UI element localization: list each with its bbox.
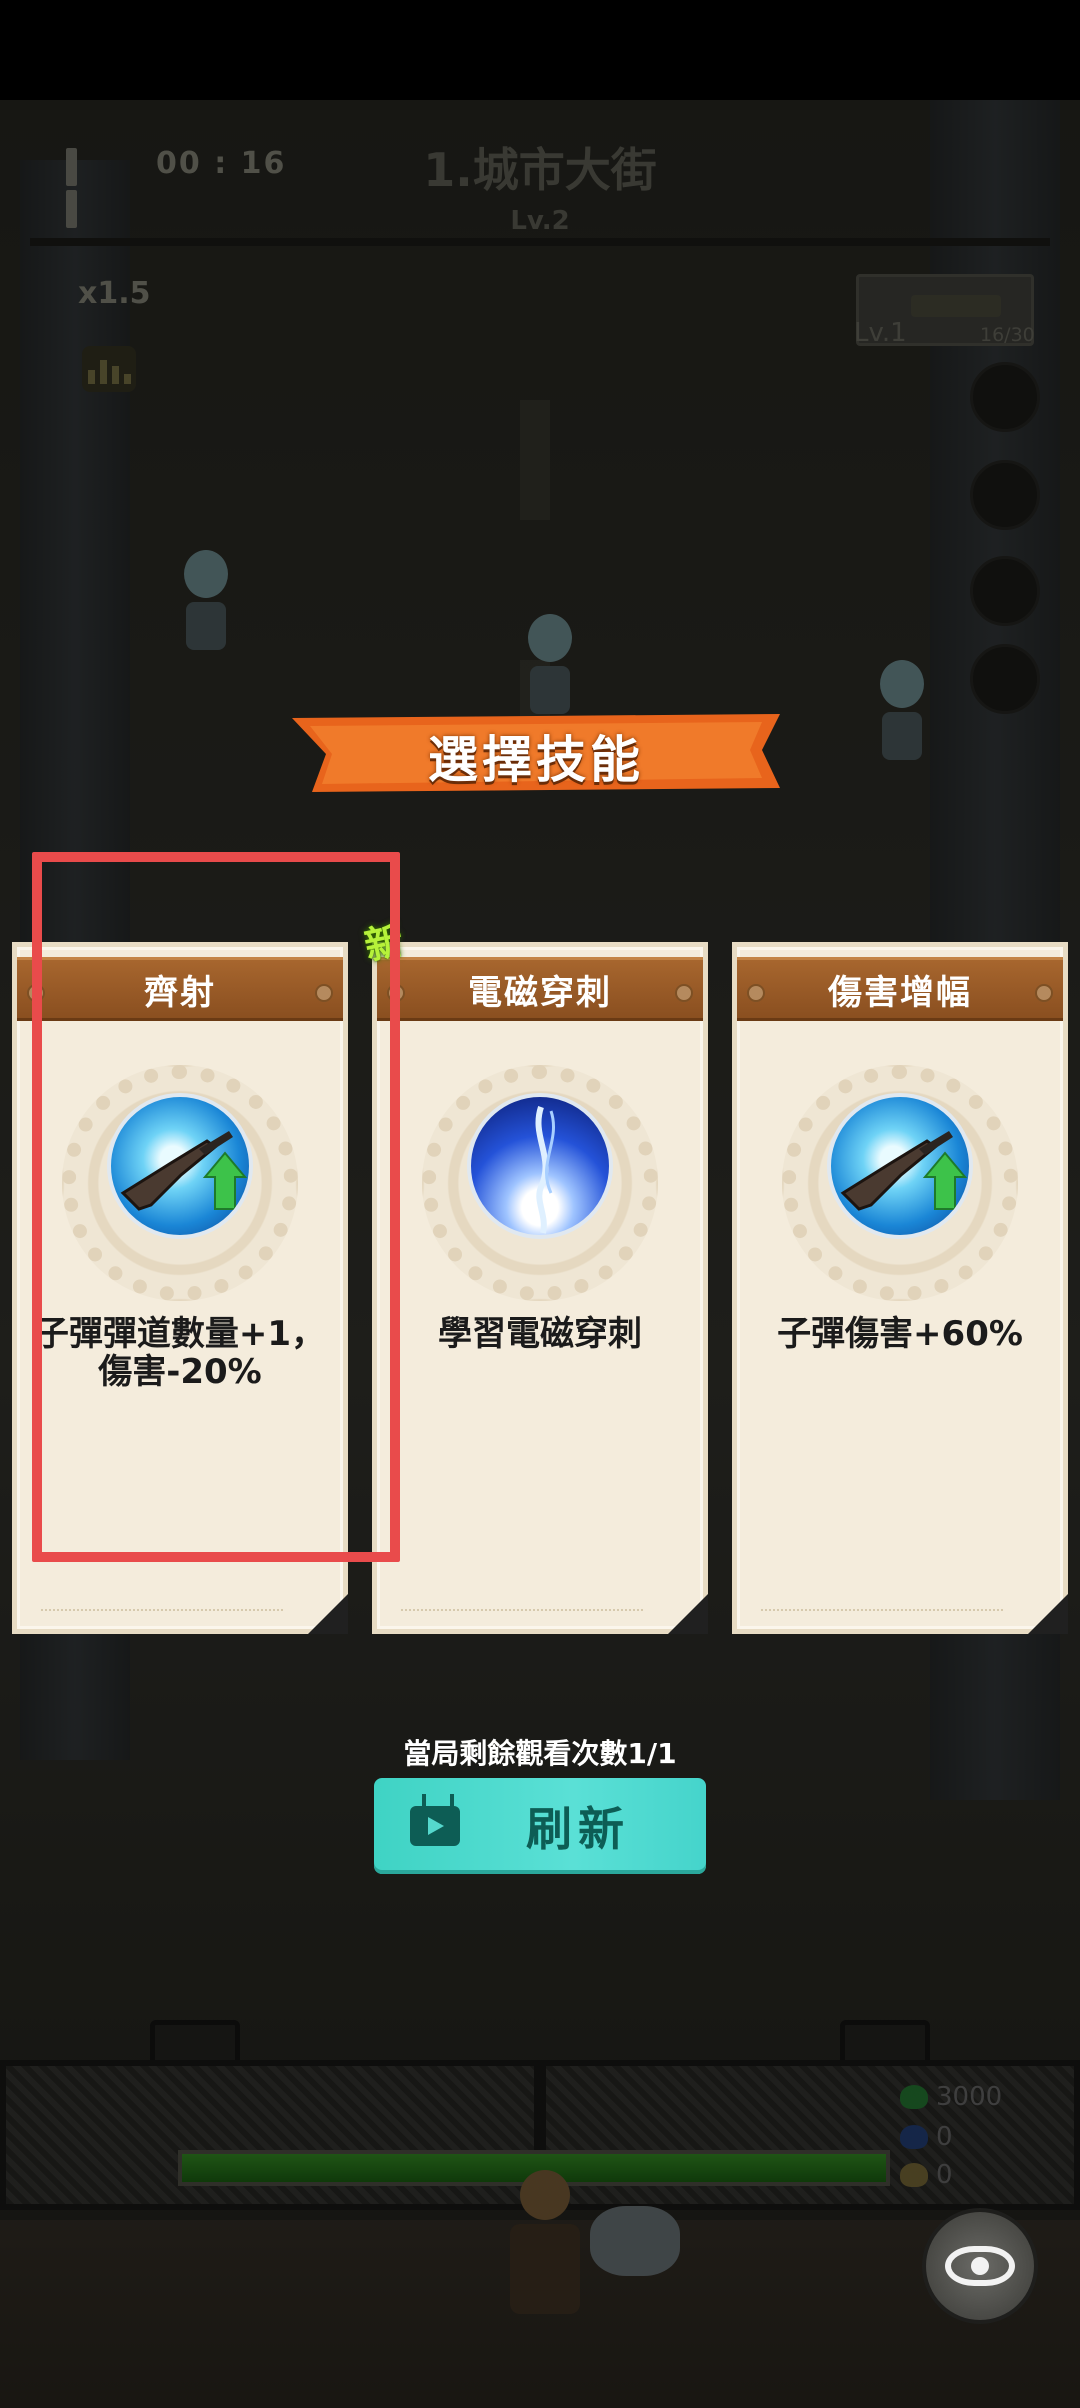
skill-card-damage-boost[interactable]: 傷害增幅 子彈傷害+60% <box>732 942 1068 1634</box>
card-header: 傷害增幅 <box>737 957 1063 1021</box>
skill-name: 傷害增幅 <box>828 972 972 1013</box>
rifle-upgrade-icon <box>107 1093 253 1239</box>
tv-play-icon <box>410 1806 460 1846</box>
electromagnetic-icon <box>467 1093 613 1239</box>
eye-view-button[interactable] <box>922 2208 1038 2324</box>
skill-select-title: 選擇技能 <box>428 731 644 789</box>
skill-description: 子彈彈道數量+1，傷害-20% <box>34 1314 326 1392</box>
skill-card-volley[interactable]: 齊射 子彈彈道數量+1，傷害-20% <box>12 942 348 1634</box>
refresh-label: 刷新 <box>526 1802 630 1856</box>
card-header: 齊射 <box>17 957 343 1021</box>
skill-card-electromagnetic-pierce[interactable]: 電磁穿刺 學習電磁穿刺 <box>372 942 708 1634</box>
remaining-views-text: 當局剩餘觀看次數1/1 <box>403 1737 677 1770</box>
skill-select-banner: 選擇技能 <box>292 714 780 792</box>
refresh-button[interactable]: 刷新 <box>374 1778 706 1874</box>
card-footer-divider <box>401 1609 643 1613</box>
skill-name: 電磁穿刺 <box>468 972 612 1013</box>
skill-description: 學習電磁穿刺 <box>438 1314 642 1354</box>
eye-icon <box>945 2246 1015 2286</box>
skill-description: 子彈傷害+60% <box>777 1314 1023 1354</box>
rifle-upgrade-icon <box>827 1093 973 1239</box>
card-header: 電磁穿刺 <box>377 957 703 1021</box>
skill-name: 齊射 <box>144 972 216 1013</box>
card-footer-divider <box>41 1609 283 1613</box>
card-footer-divider <box>761 1609 1003 1613</box>
